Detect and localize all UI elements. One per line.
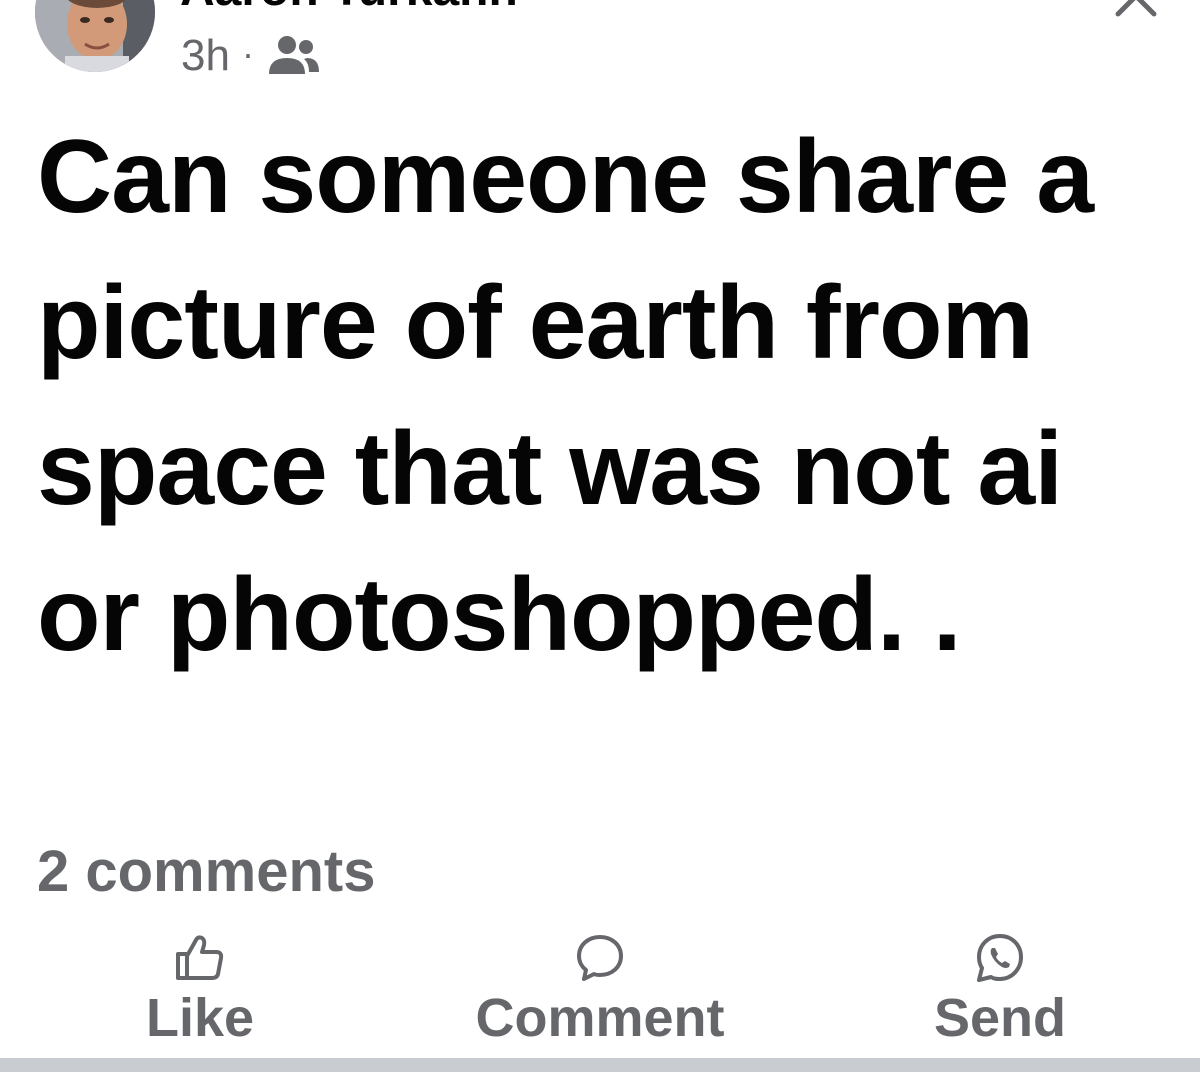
comments-count-link[interactable]: 2 comments [37,838,375,905]
like-label: Like [145,988,255,1048]
thumbs-up-icon [174,932,226,984]
whatsapp-icon [974,932,1026,984]
post-timestamp[interactable]: 3h [181,31,230,81]
post-body-text: Can someone share a picture of earth fro… [37,119,1094,673]
avatar-photo [35,0,155,72]
comment-bubble-icon [574,932,626,984]
meta-separator: · [241,33,254,74]
author-avatar[interactable] [35,0,155,72]
friends-icon[interactable] [266,34,322,78]
send-label: Send [933,988,1067,1048]
comment-button[interactable]: Comment [450,932,750,1050]
author-name[interactable]: Aaron Turkahn [180,0,518,17]
close-icon[interactable] [1114,0,1158,18]
comment-label: Comment [475,988,725,1048]
bottom-divider [0,1058,1200,1072]
like-button[interactable]: Like [138,932,262,1050]
post-action-bar: Like Comment Send [0,932,1200,1052]
send-button[interactable]: Send [920,932,1080,1050]
post-meta: 3h · [181,31,322,81]
